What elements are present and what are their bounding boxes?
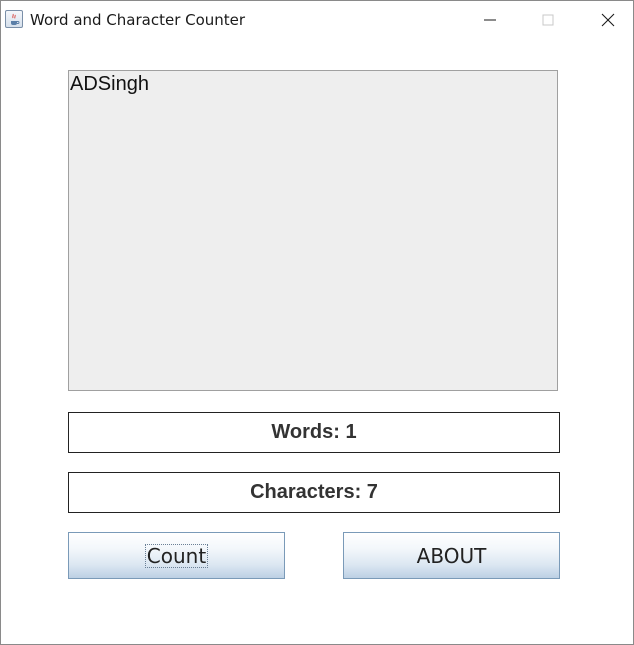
about-button[interactable]: ABOUT <box>343 532 560 579</box>
maximize-icon <box>542 14 554 26</box>
minimize-button[interactable] <box>467 1 513 39</box>
maximize-button[interactable] <box>525 1 571 39</box>
close-icon <box>601 13 615 27</box>
about-button-label: ABOUT <box>416 543 487 568</box>
characters-count-display: Characters: 7 <box>68 472 560 513</box>
app-window: Word and Character Counter ADSingh Words… <box>0 0 634 645</box>
text-input-area[interactable]: ADSingh <box>68 70 558 391</box>
words-count-label: Words: 1 <box>271 421 357 443</box>
minimize-icon <box>484 19 496 21</box>
title-bar[interactable]: Word and Character Counter <box>1 1 633 39</box>
characters-count-label: Characters: 7 <box>250 481 378 503</box>
java-icon <box>5 10 23 28</box>
window-title: Word and Character Counter <box>30 11 246 29</box>
count-button[interactable]: Count <box>68 532 285 579</box>
count-button-label: Count <box>144 543 209 568</box>
words-count-display: Words: 1 <box>68 412 560 453</box>
close-button[interactable] <box>585 1 631 39</box>
